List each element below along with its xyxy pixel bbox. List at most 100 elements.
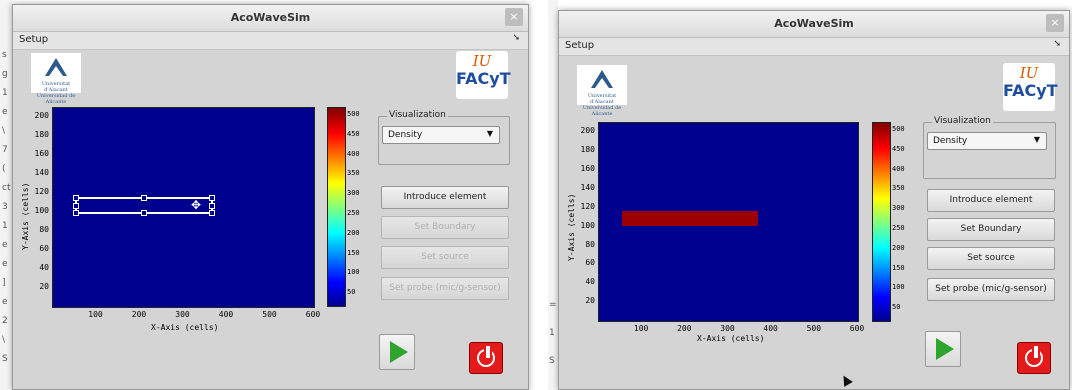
colorbar-tick-label: 250	[892, 223, 905, 232]
close-window-button[interactable]: ×	[1046, 14, 1064, 32]
exit-button[interactable]	[1017, 342, 1051, 374]
background-window-mid: = 1 S	[548, 0, 558, 390]
y-tick-label: 40	[39, 263, 49, 273]
title-bar[interactable]: AcoWaveSim ×	[13, 5, 528, 32]
set-boundary-button[interactable]: Set Boundary	[381, 216, 509, 239]
play-icon	[936, 338, 954, 360]
selection-handle[interactable]	[73, 210, 79, 216]
visualization-dropdown[interactable]: Density ▼	[382, 126, 500, 144]
introduce-element-button[interactable]: Introduce element	[927, 189, 1055, 212]
colorbar-tick-label: 300	[892, 204, 905, 213]
y-tick-label: 180	[34, 130, 49, 140]
menu-setup[interactable]: Setup	[19, 34, 48, 45]
background-text-fragment: 1	[2, 88, 8, 98]
visualization-panel: Visualization Density ▼	[923, 116, 1056, 179]
menu-setup[interactable]: Setup	[565, 40, 594, 51]
y-axis-label: Y-Axis (cells)	[567, 193, 576, 261]
set-probe-button[interactable]: Set probe (mic/g-sensor)	[381, 277, 509, 300]
university-alicante-logo: Universitat d'Alacant Universidad de Ali…	[577, 65, 627, 117]
colorbar	[872, 122, 891, 322]
x-tick-label: 300	[175, 310, 190, 319]
colorbar-tick-label: 400	[892, 164, 905, 173]
app-window-right: AcoWaveSim × Setup ➘ Universitat d'Alaca…	[558, 10, 1070, 390]
window-title: AcoWaveSim	[230, 11, 311, 24]
background-text-fragment: S	[2, 354, 8, 364]
logo-ua-text: Universitat d'Alacant Universidad de Ali…	[582, 93, 622, 117]
background-text-fragment: (	[2, 164, 6, 174]
background-text-fragment: \	[2, 335, 6, 345]
selection-handle[interactable]	[141, 210, 147, 216]
y-axis-label: Y-Axis (cells)	[21, 182, 30, 250]
window-title: AcoWaveSim	[774, 17, 854, 30]
iu-facyt-logo: IU FACyT	[456, 51, 511, 99]
introduce-element-button[interactable]: Introduce element	[381, 186, 509, 209]
y-tick-label: 200	[580, 126, 595, 136]
simulation-plot[interactable]: ✥	[52, 107, 315, 308]
y-tick-label: 20	[39, 282, 49, 292]
play-icon	[390, 341, 408, 363]
x-tick-label: 200	[677, 324, 692, 333]
university-alicante-logo: Universitat d'Alacant Universidad de Ali…	[31, 53, 81, 105]
y-tick-label: 200	[34, 111, 49, 121]
colorbar-tick-label: 200	[892, 243, 905, 252]
selection-handle[interactable]	[209, 195, 215, 201]
selection-handle[interactable]	[73, 195, 79, 201]
logo-iu-text: IU	[472, 52, 492, 70]
background-text-fragment: s	[2, 50, 7, 60]
selection-handle[interactable]	[209, 210, 215, 216]
simulation-plot[interactable]	[598, 122, 859, 322]
play-button[interactable]	[925, 331, 961, 367]
logo-facyt-text: FACyT	[1003, 81, 1058, 100]
background-window-left: s g 1 e \ 7(ct 3 1 e e] e 2 \ S	[0, 0, 12, 390]
exit-button[interactable]	[469, 342, 503, 374]
background-text-fragment: S	[549, 356, 555, 366]
set-source-button[interactable]: Set source	[927, 247, 1055, 270]
logo-iu-text: IU	[1019, 64, 1039, 82]
menu-bar: Setup ➘	[13, 32, 528, 50]
dropdown-selected: Density	[388, 130, 423, 140]
chevron-down-icon: ▼	[486, 129, 493, 138]
visualization-dropdown[interactable]: Density ▼	[927, 132, 1047, 150]
play-button[interactable]	[379, 334, 415, 370]
y-tick-label: 40	[585, 277, 595, 287]
menu-overflow-icon[interactable]: ➘	[1053, 39, 1061, 49]
close-window-button[interactable]: ×	[505, 8, 523, 26]
x-tick-label: 100	[88, 310, 103, 319]
set-source-button[interactable]: Set source	[381, 246, 509, 269]
selection-handle[interactable]	[141, 195, 147, 201]
menu-overflow-icon[interactable]: ➘	[512, 33, 520, 43]
set-probe-button[interactable]: Set probe (mic/g-sensor)	[927, 278, 1055, 301]
colorbar-tick-label: 350	[347, 169, 360, 178]
dropdown-selected: Density	[933, 136, 968, 146]
x-tick-label: 300	[720, 324, 735, 333]
colorbar-tick-label: 450	[892, 144, 905, 153]
mouse-pointer-icon	[839, 373, 853, 387]
selection-handle[interactable]	[73, 203, 79, 209]
x-tick-label: 100	[633, 324, 649, 333]
background-text-fragment: 3	[2, 202, 8, 212]
colorbar-tick-label: 200	[347, 228, 360, 237]
x-tick-label: 400	[763, 324, 778, 333]
chevron-down-icon: ▼	[1033, 135, 1040, 144]
set-boundary-button[interactable]: Set Boundary	[927, 218, 1055, 241]
menu-bar: Setup ➘	[559, 38, 1069, 56]
visualization-label: Visualization	[387, 110, 448, 120]
background-text-fragment: ]	[2, 278, 6, 288]
background-text-fragment: e	[2, 259, 8, 269]
colorbar-tick-label: 50	[347, 288, 356, 297]
logo-facyt-text: FACyT	[456, 69, 511, 88]
colorbar-tick-label: 350	[892, 184, 905, 193]
visualization-label: Visualization	[932, 116, 993, 126]
colorbar-tick-label: 150	[347, 248, 360, 257]
iu-facyt-logo: IU FACyT	[1003, 63, 1058, 111]
selection-handle[interactable]	[209, 203, 215, 209]
colorbar-tick-label: 500	[347, 109, 360, 118]
introduced-element[interactable]	[622, 211, 758, 226]
y-tick-label: 20	[585, 296, 595, 306]
x-tick-label: 500	[806, 324, 822, 333]
x-axis-label: X-Axis (cells)	[697, 334, 765, 343]
background-text-fragment: 1	[549, 328, 555, 338]
background-text-fragment: e	[2, 107, 8, 117]
background-text-fragment: =	[549, 300, 557, 310]
title-bar[interactable]: AcoWaveSim ×	[559, 11, 1069, 38]
